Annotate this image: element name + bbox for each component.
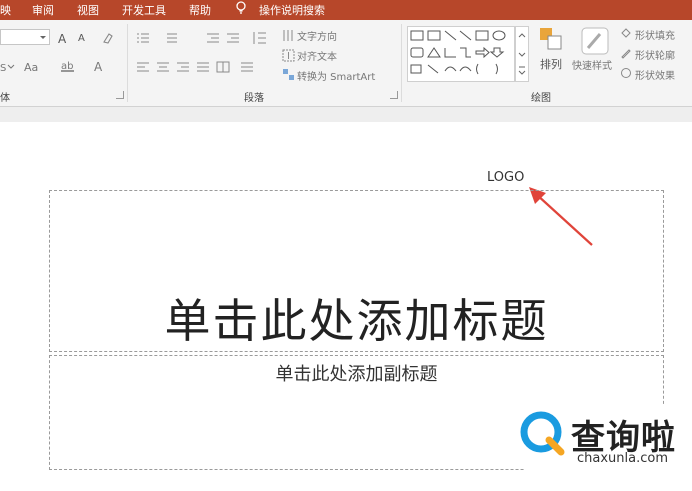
menu-tab-help[interactable]: 帮助 bbox=[189, 2, 211, 18]
arrange-button[interactable]: 排列 bbox=[540, 56, 562, 72]
logo-text[interactable]: LOGO bbox=[487, 170, 524, 185]
text-direction-button[interactable]: 文字方向 bbox=[297, 28, 337, 43]
font-color-button[interactable]: A bbox=[94, 60, 102, 74]
shapes-gallery-icons[interactable] bbox=[408, 27, 516, 83]
ribbon: A A S Aa ab A 体 文字方向 对齐文本 转换为 SmartArt 段… bbox=[0, 20, 692, 107]
paint-bucket-icon[interactable] bbox=[620, 27, 632, 39]
subtitle-placeholder-text[interactable]: 单击此处添加副标题 bbox=[50, 360, 663, 386]
workspace-background bbox=[0, 107, 692, 122]
svg-text:S: S bbox=[0, 63, 6, 74]
align-text-icon[interactable] bbox=[282, 49, 295, 62]
smartart-icon[interactable] bbox=[282, 68, 295, 81]
shape-effects-icon[interactable] bbox=[620, 67, 632, 79]
clear-format-icon[interactable] bbox=[101, 31, 115, 45]
menu-tab-view[interactable]: 视图 bbox=[77, 2, 99, 18]
lightbulb-icon bbox=[236, 1, 246, 14]
menu-tab-review[interactable]: 审阅 bbox=[32, 2, 54, 18]
paragraph-dialog-launcher[interactable] bbox=[390, 91, 398, 99]
line-spacing-icon[interactable] bbox=[252, 30, 268, 46]
shrink-font-button[interactable]: A bbox=[78, 33, 85, 44]
align-text-button[interactable]: 对齐文本 bbox=[297, 48, 337, 63]
quick-styles-icon[interactable] bbox=[580, 26, 610, 56]
alignment-buttons-icon[interactable] bbox=[137, 61, 262, 75]
menu-bar: 映 审阅 视图 开发工具 帮助 操作说明搜索 bbox=[0, 0, 692, 20]
quick-styles-button[interactable]: 快速样式 bbox=[572, 57, 612, 72]
text-shadow-icon[interactable]: S bbox=[0, 60, 20, 74]
shapes-gallery-scroll[interactable] bbox=[515, 26, 529, 82]
font-size-combo[interactable] bbox=[0, 29, 50, 45]
ribbon-divider bbox=[401, 24, 402, 102]
menu-tab-slideshow[interactable]: 映 bbox=[0, 2, 11, 18]
shape-fill-button[interactable]: 形状填充 bbox=[635, 27, 675, 42]
gallery-scroll-icons[interactable] bbox=[516, 27, 528, 81]
paragraph-group-label: 段落 bbox=[244, 93, 264, 104]
list-buttons-icon[interactable] bbox=[137, 31, 257, 45]
shapes-gallery[interactable] bbox=[407, 26, 515, 82]
shape-outline-button[interactable]: 形状轮廓 bbox=[635, 47, 675, 62]
title-placeholder[interactable]: 单击此处添加标题 bbox=[49, 190, 664, 352]
arrange-icon[interactable] bbox=[538, 26, 564, 52]
font-group-label: 体 bbox=[0, 93, 10, 104]
grow-font-button[interactable]: A bbox=[58, 32, 66, 46]
text-direction-icon[interactable] bbox=[282, 29, 295, 42]
convert-smartart-button[interactable]: 转换为 SmartArt bbox=[297, 68, 375, 83]
shape-effects-button[interactable]: 形状效果 bbox=[635, 67, 675, 82]
drawing-group-label: 绘图 bbox=[531, 93, 551, 104]
font-dialog-launcher[interactable] bbox=[116, 91, 124, 99]
watermark-q-logo-icon bbox=[520, 411, 565, 456]
change-case-button[interactable]: Aa bbox=[24, 61, 38, 74]
highlight-icon[interactable]: ab bbox=[60, 59, 82, 73]
pencil-icon[interactable] bbox=[620, 47, 632, 59]
menu-tab-developer[interactable]: 开发工具 bbox=[122, 2, 166, 18]
ribbon-divider bbox=[127, 24, 128, 102]
title-placeholder-text[interactable]: 单击此处添加标题 bbox=[50, 285, 663, 351]
watermark-brand-en: chaxunla.com bbox=[577, 451, 668, 466]
tell-me-search[interactable]: 操作说明搜索 bbox=[259, 2, 325, 18]
